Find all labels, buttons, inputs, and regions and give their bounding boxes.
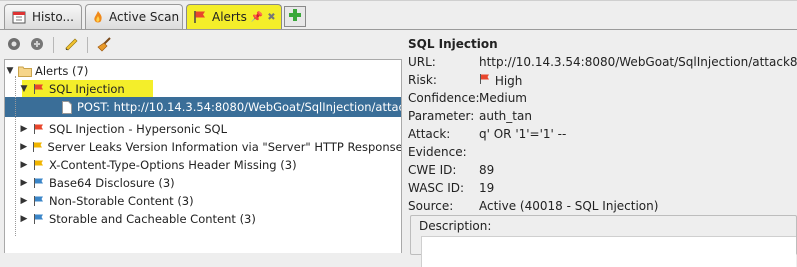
- tree-item-label: SQL Injection - Hypersonic SQL: [49, 122, 227, 136]
- plus-icon: [288, 8, 302, 25]
- settings-button[interactable]: [5, 36, 23, 54]
- field-value-parameter: auth_tan: [479, 109, 532, 123]
- broom-button[interactable]: [96, 36, 114, 54]
- description-text-area[interactable]: [421, 236, 796, 267]
- alerts-tree[interactable]: ▼ Alerts (7) ▼ SQL Injection POST: http:…: [4, 59, 402, 253]
- tab-alerts[interactable]: Alerts 📌 ✖: [186, 4, 282, 29]
- flag-icon: [32, 158, 46, 172]
- pin-icon[interactable]: 📌: [251, 12, 263, 23]
- close-icon[interactable]: ✖: [267, 12, 275, 23]
- field-label-evidence: Evidence:: [408, 145, 467, 159]
- expand-arrow-icon[interactable]: ▶: [19, 124, 29, 134]
- tab-label: Active Scan: [109, 10, 180, 24]
- expand-arrow-icon[interactable]: ▶: [19, 142, 28, 152]
- add-tab-button[interactable]: [284, 6, 306, 27]
- link-button[interactable]: [28, 36, 46, 54]
- tree-item-sql-injection[interactable]: ▼ SQL Injection: [19, 80, 401, 98]
- field-value-wasc: 19: [479, 181, 495, 195]
- tree-item-label: SQL Injection: [49, 82, 125, 96]
- toolbar-separator: [87, 37, 88, 53]
- expand-arrow-icon[interactable]: ▶: [19, 196, 29, 206]
- tree-item-x-content-type[interactable]: ▶ X-Content-Type-Options Header Missing …: [19, 156, 401, 174]
- flag-icon: [193, 9, 207, 25]
- field-label-source: Source:: [408, 199, 454, 213]
- flag-icon: [32, 194, 46, 208]
- field-label-attack: Attack:: [408, 127, 451, 141]
- field-label-risk: Risk:: [408, 73, 437, 87]
- flag-icon: [32, 82, 46, 96]
- expand-arrow-icon[interactable]: ▶: [19, 214, 29, 224]
- flag-icon: [32, 122, 46, 136]
- field-label-wasc: WASC ID:: [408, 181, 465, 195]
- field-label-url: URL:: [408, 55, 436, 69]
- description-label: Description:: [419, 219, 492, 233]
- expand-arrow-icon[interactable]: ▶: [19, 178, 29, 188]
- field-label-cwe: CWE ID:: [408, 163, 457, 177]
- expand-arrow-icon[interactable]: ▼: [5, 66, 15, 76]
- pencil-icon: [63, 36, 79, 55]
- field-value-url: http://10.14.3.54:8080/WebGoat/SqlInject…: [479, 55, 797, 69]
- tree-item-base64[interactable]: ▶ Base64 Disclosure (3): [19, 174, 401, 192]
- tab-label: Histo...: [32, 10, 74, 24]
- tree-item-label: Base64 Disclosure (3): [49, 176, 175, 190]
- field-value-risk: High: [494, 74, 523, 88]
- tree-item-label: Storable and Cacheable Content (3): [49, 212, 256, 226]
- flag-icon: [32, 212, 46, 226]
- tab-label: Alerts: [212, 10, 247, 24]
- alert-detail-panel: SQL Injection URL: http://10.14.3.54:808…: [408, 33, 797, 267]
- tree-item-non-storable[interactable]: ▶ Non-Storable Content (3): [19, 192, 401, 210]
- description-box: Description:: [410, 215, 797, 267]
- flame-icon: [92, 9, 104, 25]
- tab-active-scan[interactable]: Active Scan: [85, 4, 183, 29]
- tree-item-label: Non-Storable Content (3): [49, 194, 194, 208]
- tree-guide-line: [15, 76, 16, 236]
- field-value-confidence: Medium: [479, 91, 527, 105]
- folder-icon: [18, 64, 32, 78]
- alerts-toolbar: [0, 33, 404, 57]
- flag-icon: [32, 176, 46, 190]
- tree-item-sql-injection-hypersonic[interactable]: ▶ SQL Injection - Hypersonic SQL: [19, 120, 401, 138]
- tree-item-label: Server Leaks Version Information via "Se…: [47, 140, 402, 154]
- tree-root-alerts[interactable]: ▼ Alerts (7): [5, 62, 401, 80]
- field-value-risk-wrap: High: [479, 73, 522, 88]
- link-icon: [30, 37, 44, 54]
- calendar-icon: [11, 9, 27, 25]
- field-value-attack: q' OR '1'='1' --: [479, 127, 567, 141]
- tree-item-post-attack8[interactable]: POST: http://10.14.3.54:8080/WebGoat/Sql…: [57, 98, 402, 116]
- field-value-cwe: 89: [479, 163, 495, 177]
- expand-arrow-icon[interactable]: ▶: [19, 160, 29, 170]
- flag-icon: [479, 74, 495, 88]
- field-value-source: Active (40018 - SQL Injection): [479, 199, 659, 213]
- edit-button[interactable]: [62, 36, 80, 54]
- tab-bar: Histo... Active Scan Alerts 📌 ✖: [0, 0, 797, 33]
- tree-root-label: Alerts (7): [35, 64, 89, 78]
- tree-item-storable-cacheable[interactable]: ▶ Storable and Cacheable Content (3): [19, 210, 401, 228]
- alert-title: SQL Injection: [408, 37, 498, 51]
- toolbar-separator: [53, 37, 54, 53]
- expand-arrow-icon[interactable]: ▼: [19, 84, 29, 94]
- field-label-parameter: Parameter:: [408, 109, 475, 123]
- tab-history[interactable]: Histo...: [4, 4, 82, 29]
- tree-item-label: POST: http://10.14.3.54:8080/WebGoat/Sql…: [77, 100, 402, 114]
- settings-icon: [7, 37, 21, 54]
- tree-item-label: X-Content-Type-Options Header Missing (3…: [49, 158, 297, 172]
- flag-icon: [31, 140, 44, 154]
- field-label-confidence: Confidence:: [408, 91, 480, 105]
- tab-bar-bottom-border: [0, 29, 797, 30]
- broom-icon: [97, 36, 113, 55]
- tree-item-server-leaks[interactable]: ▶ Server Leaks Version Information via "…: [19, 138, 402, 156]
- document-icon: [60, 100, 74, 114]
- tab-bar-top-border: [0, 0, 797, 1]
